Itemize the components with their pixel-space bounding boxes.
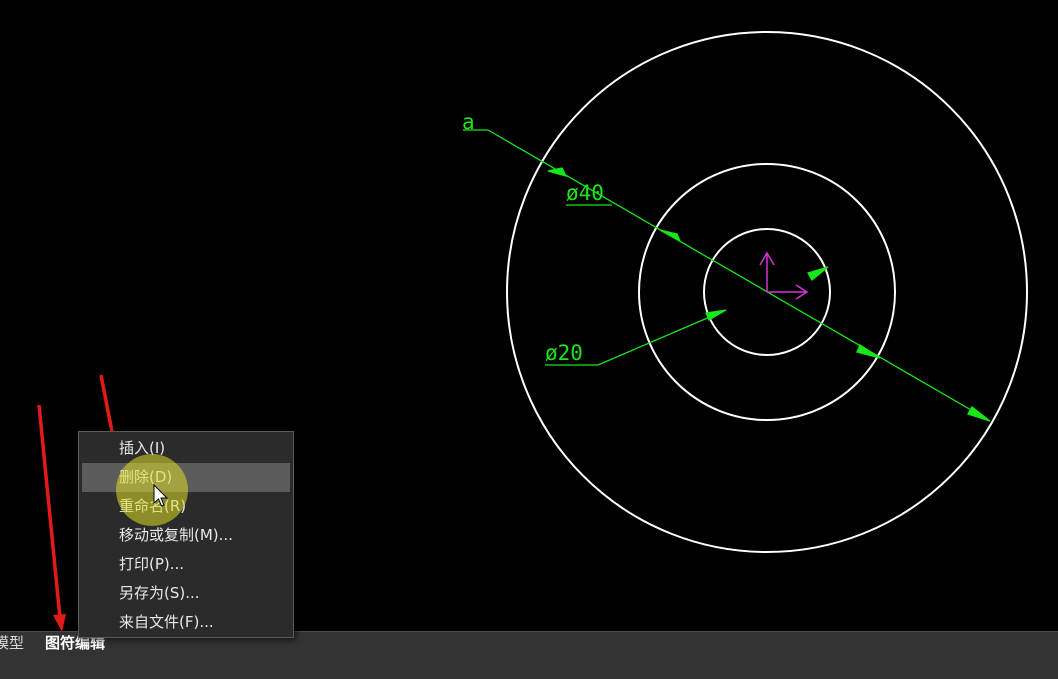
dimension-diameter-40-text: ø40 (566, 181, 604, 205)
dimension-diameter-20-text: ø20 (545, 341, 583, 365)
menu-item-from-file[interactable]: 来自文件(F)... (79, 608, 293, 637)
menu-item-print[interactable]: 打印(P)... (79, 550, 293, 579)
tab-model[interactable]: 模型 (0, 632, 24, 654)
cad-app-window: a ø40 ø20 模型 图符编辑 插入(I) 删除(D) 重命名(R) 移动或… (0, 0, 1058, 679)
menu-item-insert[interactable]: 插入(I) (79, 434, 293, 463)
ucs-axis-icon (759, 251, 809, 300)
annotation-arrow-tab (37, 404, 66, 632)
menu-item-delete[interactable]: 删除(D) (82, 463, 290, 492)
dimension-leader-label: a (462, 110, 475, 134)
dimension-leader-a[interactable] (463, 129, 991, 422)
menu-item-rename[interactable]: 重命名(R) (79, 492, 293, 521)
tab-context-menu: 插入(I) 删除(D) 重命名(R) 移动或复制(M)... 打印(P)... … (78, 431, 294, 638)
menu-item-move-or-copy[interactable]: 移动或复制(M)... (79, 521, 293, 550)
menu-item-save-as[interactable]: 另存为(S)... (79, 579, 293, 608)
layout-tab-bar: 模型 图符编辑 (0, 631, 1058, 679)
